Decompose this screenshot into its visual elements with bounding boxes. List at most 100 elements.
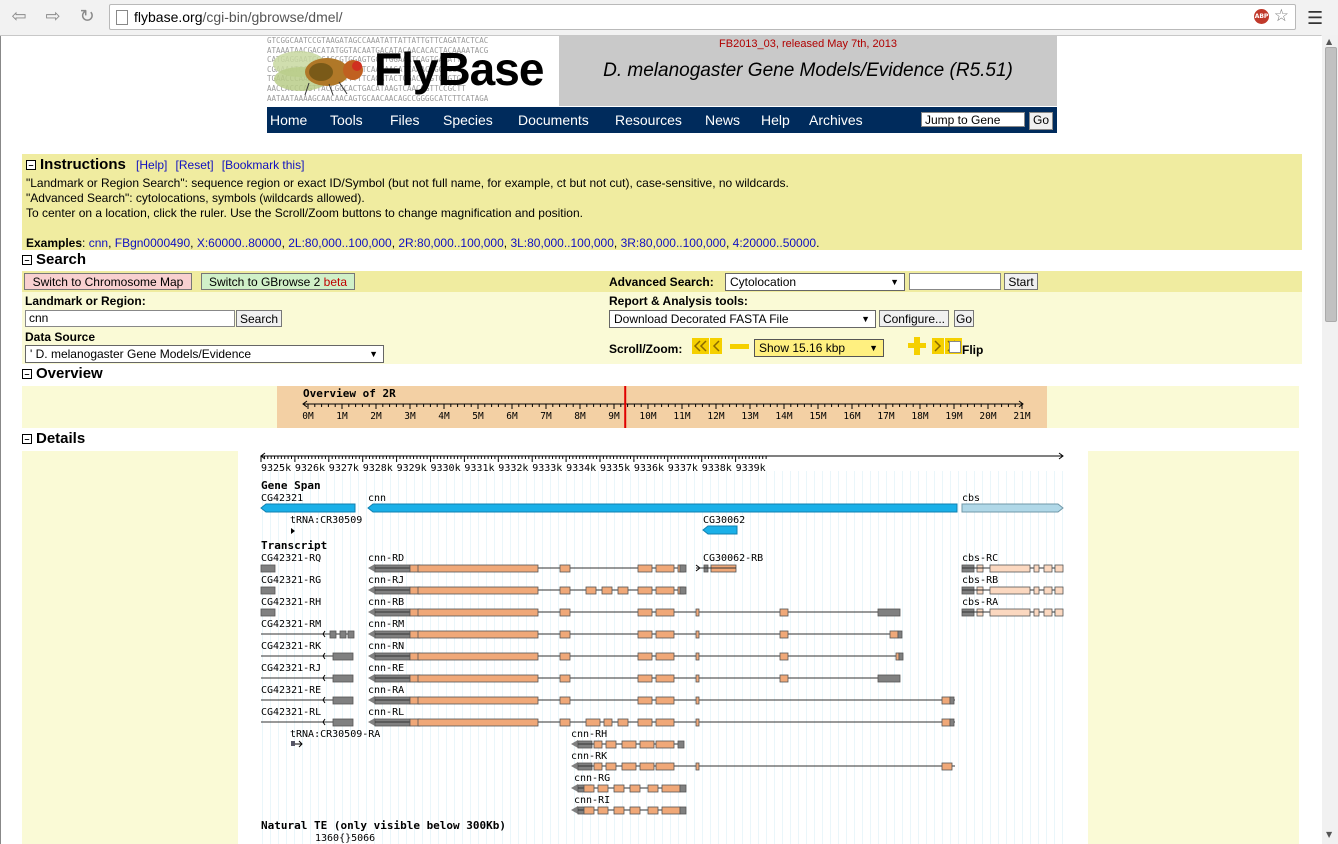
natural-te-label: Natural TE (only visible below 300Kb): [261, 819, 506, 832]
example-link[interactable]: X:60000..80000: [197, 236, 282, 250]
forward-icon[interactable]: ⇨: [41, 5, 65, 29]
jump-go-button[interactable]: Go: [1029, 112, 1053, 130]
nav-news[interactable]: News: [705, 112, 740, 128]
example-link[interactable]: 3R:80,000..100,000: [621, 236, 726, 250]
chromosome-map-button[interactable]: Switch to Chromosome Map: [24, 273, 192, 290]
reset-link[interactable]: [Reset]: [176, 158, 214, 172]
gene-cg42321[interactable]: [260, 503, 356, 513]
flybase-logo[interactable]: FlyBase: [374, 42, 544, 96]
address-bar[interactable]: flybase.org/cgi-bin/gbrowse/dmel/ ABP ☆: [109, 4, 1296, 30]
advanced-select-value: Cytolocation: [730, 275, 797, 289]
zoom-in-icon[interactable]: [908, 337, 926, 355]
details-heading[interactable]: – Details: [22, 430, 85, 447]
page-content: GTCGGCAATCCGTAAGATAGCCAAATATTATTATTGTTCA…: [0, 36, 1322, 844]
exon: [679, 784, 687, 793]
gene-cnn[interactable]: [367, 503, 958, 513]
exon: [603, 718, 613, 727]
jump-to-gene-input[interactable]: Jump to Gene: [921, 112, 1025, 127]
reload-icon[interactable]: ↻: [75, 5, 99, 29]
nav-documents[interactable]: Documents: [518, 112, 589, 128]
exon: [989, 586, 1031, 595]
vertical-scrollbar[interactable]: ▲ ▼: [1321, 35, 1338, 844]
ruler-tick-label: 9326k: [295, 463, 325, 474]
details-track-area[interactable]: 9325k 9326k 9327k 9328k 9329k 9330k 9331k 9332k…: [238, 451, 1088, 844]
advanced-search-input[interactable]: [909, 273, 1001, 290]
release-text: FB2013_03, released May 7th, 2013: [719, 38, 897, 50]
nav-home[interactable]: Home: [270, 112, 307, 128]
scroll-right-icon[interactable]: [932, 338, 944, 354]
example-link[interactable]: 2L:80,000..100,000: [288, 236, 391, 250]
exon: [655, 586, 675, 595]
scroll-left-far-icon[interactable]: [692, 338, 709, 354]
exon: [597, 806, 609, 815]
search-heading[interactable]: – Search: [22, 251, 86, 268]
zoom-out-icon[interactable]: [730, 344, 749, 349]
search-button[interactable]: Search: [236, 310, 282, 327]
instructions-heading[interactable]: – Instructions [Help] [Reset] [Bookmark t…: [26, 156, 304, 173]
overview-heading[interactable]: – Overview: [22, 365, 103, 382]
scroll-up-icon[interactable]: ▲: [1326, 37, 1332, 46]
exon: [601, 586, 613, 595]
exon: [655, 718, 675, 727]
transcript-label: CG42321-RK: [261, 641, 321, 652]
example-link[interactable]: 4:20000..50000: [733, 236, 816, 250]
exon: [637, 564, 653, 573]
gbrowse2-button[interactable]: Switch to GBrowse 2 beta: [201, 273, 355, 290]
example-link[interactable]: 2R:80,000..100,000: [398, 236, 503, 250]
collapse-icon[interactable]: –: [22, 369, 32, 380]
exon: [593, 762, 603, 771]
report-tool-select[interactable]: Download Decorated FASTA File ▼: [609, 310, 876, 328]
exon: [1054, 608, 1064, 617]
back-icon[interactable]: ⇦: [7, 5, 31, 29]
collapse-icon[interactable]: –: [22, 255, 32, 266]
exon: [629, 784, 641, 793]
gene-cbs[interactable]: [961, 503, 1064, 513]
report-label-text: Report & Analysis tools: [609, 294, 744, 308]
advanced-search-select[interactable]: Cytolocation ▼: [725, 273, 905, 291]
landmark-input[interactable]: cnn: [25, 310, 235, 327]
scrollbar-thumb[interactable]: [1325, 47, 1337, 322]
exon: [637, 608, 653, 617]
help-link[interactable]: [Help]: [136, 158, 167, 172]
nav-archives[interactable]: Archives: [809, 112, 863, 128]
transcript-label: CG30062-RB: [703, 553, 763, 564]
bookmark-link[interactable]: [Bookmark this]: [222, 158, 305, 172]
collapse-icon[interactable]: –: [26, 160, 36, 171]
example-link[interactable]: cnn: [89, 236, 108, 250]
data-source-select[interactable]: ' D. melanogaster Gene Models/Evidence ▼: [25, 345, 384, 363]
exon: [637, 652, 653, 661]
exon: [332, 674, 354, 683]
bookmark-star-icon[interactable]: ☆: [1274, 6, 1289, 26]
scroll-down-icon[interactable]: ▼: [1326, 830, 1332, 839]
exon: [417, 674, 539, 683]
main-nav: Home Tools Files Species Documents Resou…: [267, 107, 1057, 133]
report-go-button[interactable]: Go: [954, 310, 974, 327]
nav-help[interactable]: Help: [761, 112, 790, 128]
exon: [877, 608, 901, 617]
exon: [559, 608, 571, 617]
exon: [1043, 564, 1053, 573]
exon: [617, 586, 629, 595]
nav-tools[interactable]: Tools: [330, 112, 363, 128]
scroll-left-icon[interactable]: [710, 338, 722, 354]
browser-menu-icon[interactable]: ☰: [1307, 8, 1323, 29]
exon: [559, 652, 571, 661]
nav-resources[interactable]: Resources: [615, 112, 682, 128]
configure-button[interactable]: Configure...: [879, 310, 949, 327]
exon: [597, 784, 609, 793]
zoom-select[interactable]: Show 15.16 kbp ▼: [754, 339, 884, 357]
example-link[interactable]: FBgn0000490: [115, 236, 190, 250]
nav-files[interactable]: Files: [390, 112, 420, 128]
exon: [629, 806, 641, 815]
example-link[interactable]: 3L:80,000..100,000: [510, 236, 613, 250]
overview-track[interactable]: Overview of 2R 0M 1M 2M 3M 4M 5M 6M 7M 8M 9M 10M 11…: [277, 386, 1047, 428]
start-button[interactable]: Start: [1004, 273, 1038, 290]
advanced-search-label: Advanced Search:: [609, 275, 714, 289]
nav-species[interactable]: Species: [443, 112, 493, 128]
gene-cg30062[interactable]: [702, 525, 738, 535]
fly-logo-icon: [273, 51, 363, 96]
adblock-icon[interactable]: ABP: [1254, 9, 1269, 24]
collapse-icon[interactable]: –: [22, 434, 32, 445]
flip-checkbox[interactable]: [949, 341, 961, 353]
exon: [605, 740, 617, 749]
